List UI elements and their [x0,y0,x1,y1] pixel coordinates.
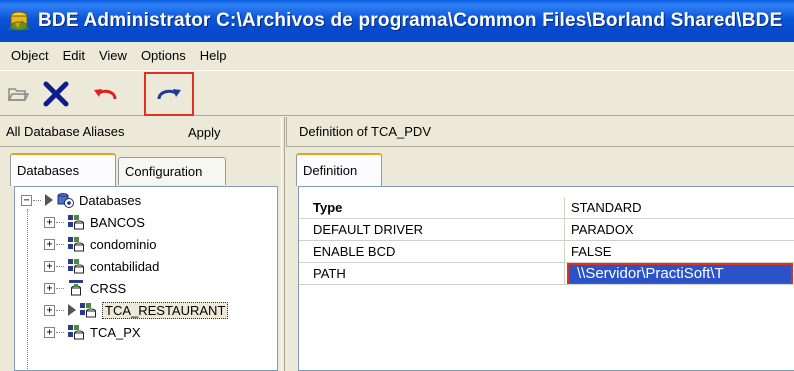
open-icon [7,88,29,101]
menu-view[interactable]: View [92,48,134,63]
tree-item-label: TCA_RESTAURANT [102,301,229,319]
menu-object[interactable]: Object [4,48,56,63]
databases-icon [57,193,74,208]
toolbar [0,70,794,116]
apply-button[interactable] [144,72,194,116]
tree-item-contabilidad[interactable]: + contabilidad [44,255,159,277]
property-name: ENABLE BCD [299,241,565,262]
aliases-header-label: All Database Aliases [6,124,125,139]
property-value[interactable]: PARADOX [565,219,794,240]
database-alias-icon [80,303,96,318]
collapse-toggle[interactable]: − [21,194,32,206]
apply-icon [157,89,181,100]
expand-toggle[interactable]: + [44,304,55,316]
delete-icon [43,81,69,107]
undo-button[interactable] [86,77,126,111]
bde-app-icon [8,11,30,31]
tree-root[interactable]: − Databases [21,189,141,211]
database-alias-icon [68,259,84,274]
database-alias-icon [68,325,84,340]
title-bar[interactable]: BDE Administrator C:\Archivos de program… [0,0,794,42]
tree-root-label: Databases [79,192,142,208]
database-odbc-icon [69,280,83,296]
tree-item-tca-restaurant[interactable]: + TCA_RESTAURANT [44,299,229,321]
menu-options[interactable]: Options [134,48,193,63]
left-tab-strip: Databases Configuration [0,153,280,187]
property-name: Type [299,197,565,218]
menu-bar: Object Edit View Options Help [0,42,794,69]
property-name: DEFAULT DRIVER [299,219,565,240]
tree-item-bancos[interactable]: + BANCOS [44,211,145,233]
pointer-arrow-icon [68,304,76,316]
property-value[interactable]: STANDARD [565,197,794,218]
expand-toggle[interactable]: + [44,282,55,294]
table-row[interactable]: Type STANDARD [299,197,794,219]
property-value-cell[interactable]: \\Servidor\PractiSoft\T [565,263,794,284]
definition-grid[interactable]: Type STANDARD DEFAULT DRIVER PARADOX ENA… [298,186,794,371]
expand-toggle[interactable]: + [44,260,55,272]
menu-edit[interactable]: Edit [56,48,92,63]
database-alias-icon [68,237,84,252]
right-tab-strip: Definition [286,153,794,187]
open-button[interactable] [4,77,32,111]
delete-button[interactable] [36,77,76,111]
path-input[interactable]: \\Servidor\PractiSoft\T [567,263,793,284]
database-alias-icon [68,215,84,230]
tab-databases[interactable]: Databases [10,153,116,186]
expand-toggle[interactable]: + [44,238,55,250]
expand-toggle[interactable]: + [44,326,55,338]
database-tree[interactable]: − Databases + BANCOS + condominio + cont… [14,186,278,371]
property-name: PATH [299,263,565,284]
tree-item-label: contabilidad [90,258,160,274]
tab-configuration-label: Configuration [125,164,203,179]
menu-help[interactable]: Help [193,48,234,63]
table-row[interactable]: PATH \\Servidor\PractiSoft\T [299,263,794,285]
tree-item-crss[interactable]: + CRSS [44,277,126,299]
tab-definition[interactable]: Definition [296,153,382,186]
tree-item-label: BANCOS [90,214,145,230]
tab-definition-label: Definition [303,163,358,178]
aliases-header: All Database Aliases [0,117,280,147]
tree-item-label: CRSS [90,280,127,296]
tab-configuration[interactable]: Configuration [118,157,226,185]
table-row[interactable]: DEFAULT DRIVER PARADOX [299,219,794,241]
expand-toggle[interactable]: + [44,216,55,228]
tree-item-label: condominio [90,236,157,252]
apply-tooltip: Apply [188,125,221,140]
window-title: BDE Administrator C:\Archivos de program… [38,10,783,31]
definition-header: Definition of TCA_PDV [286,117,794,147]
property-value[interactable]: FALSE [565,241,794,262]
tree-guide-line [27,209,28,370]
tab-databases-label: Databases [17,163,80,178]
table-row[interactable]: ENABLE BCD FALSE [299,241,794,263]
definition-header-label: Definition of TCA_PDV [299,124,431,139]
undo-icon [94,89,117,100]
tree-item-condominio[interactable]: + condominio [44,233,157,255]
tree-item-label: TCA_PX [90,324,141,340]
pane-splitter[interactable] [281,117,285,371]
tree-item-tca-px[interactable]: + TCA_PX [44,321,141,343]
pointer-arrow-icon [45,194,53,206]
